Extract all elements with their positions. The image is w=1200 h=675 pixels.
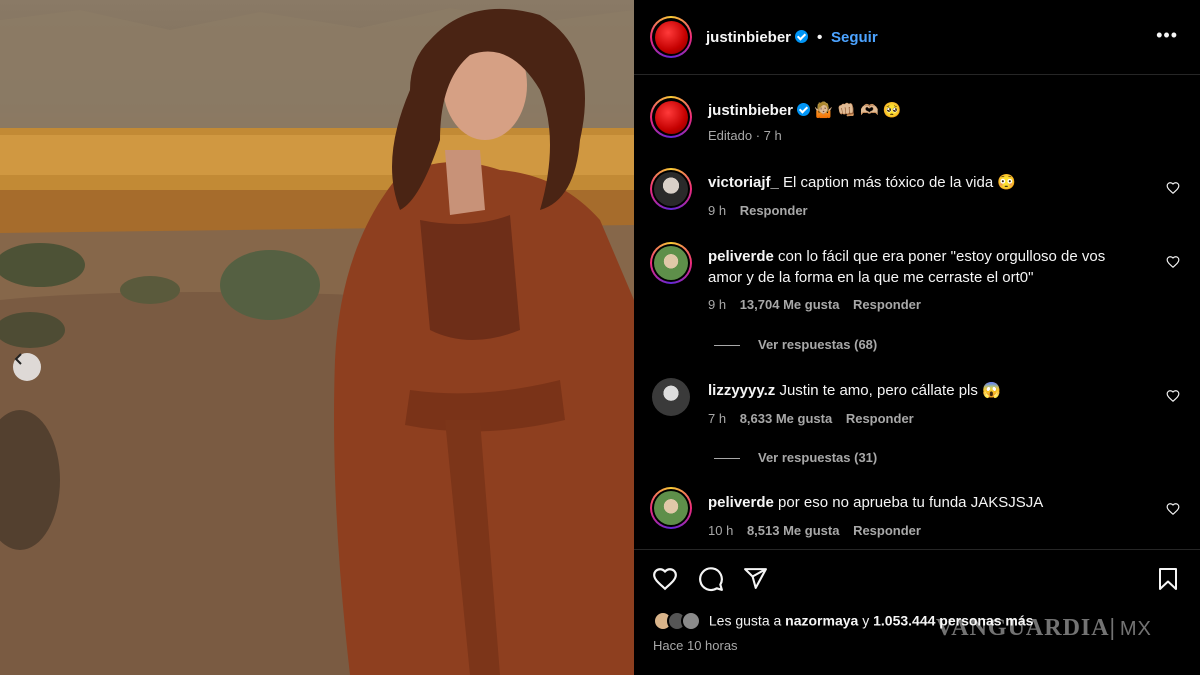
caption-text: justinbieber 🤷🏼 👊🏼 🫶🏼 🥺: [708, 100, 902, 121]
avatar-image: [654, 491, 688, 525]
comment-like-heart-icon[interactable]: [1166, 181, 1180, 195]
send-icon[interactable]: [743, 566, 768, 591]
comment-time: 10 h: [708, 523, 734, 538]
caption-username[interactable]: justinbieber: [708, 102, 793, 119]
replies-divider-line: [714, 345, 740, 347]
likes-prefix: Les gusta a: [708, 612, 782, 629]
comment-item: peliverde con lo fácil que era poner "es…: [634, 240, 1200, 320]
post-side-panel: justinbieber • Seguir ••• justinbieber 🤷…: [634, 0, 1200, 675]
comment-text: por eso no aprueba tu funda JAKSJSJA: [778, 494, 1044, 511]
comment-avatar[interactable]: [650, 242, 692, 284]
comment-meta: 9 h 13,704 Me gusta Responder: [708, 297, 931, 312]
liker-avatars: [653, 611, 705, 633]
watermark-brand: VANGUARDIA: [936, 615, 1110, 641]
verified-badge-icon: [797, 103, 811, 116]
comment-body: peliverde por eso no aprueba tu funda JA…: [708, 492, 1128, 513]
comment-like-count[interactable]: 13,704 Me gusta: [740, 297, 840, 312]
reply-button[interactable]: Responder: [853, 297, 921, 312]
post-photo: [0, 0, 634, 675]
heart-icon[interactable]: [652, 566, 678, 592]
reply-button[interactable]: Responder: [853, 523, 921, 538]
follow-button[interactable]: Seguir: [831, 29, 878, 46]
vanguardia-watermark: VANGUARDIA| MX: [936, 615, 1152, 641]
comment-icon[interactable]: [698, 566, 724, 592]
comment-item: victoriajf_ El caption más tóxico de la …: [634, 166, 1200, 226]
comment-avatar[interactable]: [652, 378, 690, 416]
caption-avatar[interactable]: [650, 96, 692, 138]
comment-item: lizzyyyy.z Justin te amo, pero cállate p…: [634, 374, 1200, 434]
carousel-prev-button[interactable]: [13, 353, 41, 381]
comment-like-heart-icon[interactable]: [1166, 502, 1180, 516]
view-replies-label: Ver respuestas (68): [758, 337, 878, 352]
avatar-image: [654, 246, 688, 280]
comment-like-count[interactable]: 8,633 Me gusta: [740, 411, 833, 426]
caption-row: justinbieber 🤷🏼 👊🏼 🫶🏼 🥺 Editado · 7 h: [634, 92, 1200, 152]
header-username[interactable]: justinbieber: [706, 29, 791, 46]
bookmark-icon[interactable]: [1156, 566, 1180, 592]
caption-emojis: 🤷🏼 👊🏼 🫶🏼 🥺: [814, 102, 902, 119]
header-avatar[interactable]: [650, 16, 692, 58]
photo-illustration: [0, 8, 634, 675]
view-replies-label: Ver respuestas (31): [758, 450, 878, 465]
post-actions-bar: [634, 562, 1200, 598]
avatar-image: [654, 172, 688, 206]
avatar-image: [654, 100, 688, 134]
comment-avatar[interactable]: [650, 487, 692, 529]
likes-connector: y: [862, 612, 870, 629]
reply-button[interactable]: Responder: [740, 203, 808, 218]
comment-like-count[interactable]: 8,513 Me gusta: [747, 523, 840, 538]
comment-like-heart-icon[interactable]: [1166, 389, 1180, 403]
comment-body: peliverde con lo fácil que era poner "es…: [708, 246, 1128, 288]
liker-avatar: [681, 611, 701, 631]
watermark-suffix: MX: [1119, 618, 1152, 640]
avatar-image: [654, 20, 688, 54]
comment-like-heart-icon[interactable]: [1166, 255, 1180, 269]
view-replies-button[interactable]: Ver respuestas (68): [714, 337, 877, 352]
comment-username[interactable]: victoriajf_: [708, 174, 779, 191]
view-replies-button[interactable]: Ver respuestas (31): [714, 450, 877, 465]
comment-avatar[interactable]: [650, 168, 692, 210]
likes-user[interactable]: nazormaya: [785, 613, 858, 629]
verified-badge-icon: [795, 30, 809, 43]
comment-username[interactable]: peliverde: [708, 494, 774, 511]
comment-body: victoriajf_ El caption más tóxico de la …: [708, 172, 1148, 193]
comment-text: Justin te amo, pero cállate pls 😱: [779, 382, 1001, 399]
comment-time: 9 h: [708, 203, 727, 218]
comment-meta: 10 h 8,513 Me gusta Responder: [708, 523, 931, 538]
chevron-left-icon: [14, 353, 22, 365]
replies-divider-line: [714, 458, 740, 460]
reply-button[interactable]: Responder: [846, 411, 914, 426]
actions-divider: [634, 549, 1200, 550]
more-options-icon[interactable]: •••: [1156, 26, 1178, 44]
comment-meta: 9 h Responder: [708, 203, 818, 218]
comment-time: 7 h: [708, 411, 727, 426]
comment-body: lizzyyyy.z Justin te amo, pero cállate p…: [708, 380, 1128, 401]
comment-text: El caption más tóxico de la vida 😳: [783, 174, 1017, 191]
header-separator: •: [816, 29, 823, 46]
comment-meta: 7 h 8,633 Me gusta Responder: [708, 411, 924, 426]
comment-item: peliverde por eso no aprueba tu funda JA…: [634, 487, 1200, 547]
comment-username[interactable]: peliverde: [708, 248, 774, 265]
post-timestamp: Hace 10 horas: [653, 638, 738, 653]
post-header: justinbieber • Seguir •••: [634, 0, 1200, 75]
comment-time: 9 h: [708, 297, 727, 312]
header-user-line: justinbieber • Seguir: [706, 29, 878, 47]
caption-edited: Editado · 7 h: [708, 128, 782, 143]
comment-username[interactable]: lizzyyyy.z: [708, 382, 775, 399]
